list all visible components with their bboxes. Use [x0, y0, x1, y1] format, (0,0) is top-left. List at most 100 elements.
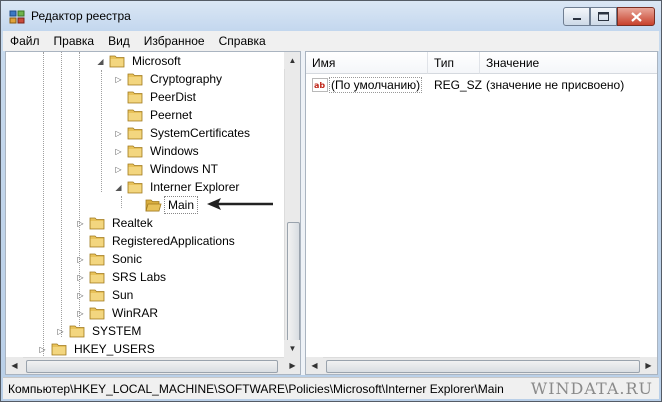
collapsed-arrow-icon[interactable]: ▷ [76, 273, 85, 282]
expander-placeholder [76, 237, 85, 246]
collapsed-arrow-icon[interactable]: ▷ [76, 291, 85, 300]
tree-item-label: Realtek [112, 216, 153, 230]
tree-item-main[interactable]: Main [132, 196, 199, 214]
maximize-button[interactable] [590, 7, 617, 26]
value-row[interactable]: ab (По умолчанию) REG_SZ (значение не пр… [306, 76, 657, 94]
expander-placeholder [132, 201, 141, 210]
tree-item-label: SYSTEM [92, 324, 142, 338]
folder-icon [51, 343, 67, 355]
string-value-icon: ab [312, 78, 328, 92]
close-button[interactable] [617, 7, 655, 26]
tree-item-label: Cryptography [150, 72, 223, 86]
open-folder-icon [145, 199, 162, 211]
close-icon [630, 11, 642, 22]
folder-icon [127, 145, 143, 157]
menu-favorites[interactable]: Избранное [137, 34, 212, 48]
tree-item-label: SRS Labs [112, 270, 167, 284]
tree-scroll-up-button[interactable]: ▲ [284, 52, 300, 69]
minimize-button[interactable] [563, 7, 590, 26]
menu-bar: Файл Правка Вид Избранное Справка [3, 31, 659, 51]
scroll-left-icon: ◀ [11, 361, 18, 370]
collapsed-arrow-icon[interactable]: ▷ [114, 165, 123, 174]
title-bar[interactable]: Редактор реестра [1, 1, 661, 31]
tree-item-hkey-users[interactable]: ▷ HKEY_USERS [38, 340, 158, 358]
expanded-arrow-icon[interactable]: ◢ [114, 183, 123, 192]
key-tree-pane[interactable]: ◢ Microsoft ▷ Cryptography PeerDist Peernet ▷ S… [5, 51, 301, 375]
expanded-arrow-icon[interactable]: ◢ [96, 57, 105, 66]
collapsed-arrow-icon[interactable]: ▷ [76, 309, 85, 318]
collapsed-arrow-icon[interactable]: ▷ [114, 75, 123, 84]
column-header-name[interactable]: Имя [306, 52, 428, 74]
tree-guide-line [101, 70, 102, 192]
folder-icon [127, 127, 143, 139]
list-scroll-right-button[interactable]: ▶ [640, 357, 657, 374]
tree-item-label: Sonic [112, 252, 143, 266]
tree-item-systemcertificates[interactable]: ▷ SystemCertificates [114, 124, 253, 142]
expander-placeholder [114, 93, 123, 102]
tree-item-label: Main [163, 196, 199, 214]
tree-scroll-down-button[interactable]: ▼ [284, 340, 300, 357]
window-title: Редактор реестра [31, 9, 131, 23]
tree-scroll-left-button[interactable]: ◀ [6, 357, 23, 374]
collapsed-arrow-icon[interactable]: ▷ [38, 345, 47, 354]
tree-item-sonic[interactable]: ▷ Sonic [76, 250, 145, 268]
collapsed-arrow-icon[interactable]: ▷ [76, 219, 85, 228]
tree-guide-line [121, 196, 122, 208]
collapsed-arrow-icon[interactable]: ▷ [56, 327, 65, 336]
menu-file[interactable]: Файл [3, 34, 47, 48]
folder-icon [69, 325, 85, 337]
list-scroll-left-button[interactable]: ◀ [306, 357, 323, 374]
tree-item-label: Microsoft [132, 54, 181, 68]
tree-item-peernet[interactable]: Peernet [114, 106, 195, 124]
tree-item-registeredapplications[interactable]: RegisteredApplications [76, 232, 238, 250]
tree-item-label: Windows NT [150, 162, 219, 176]
menu-view[interactable]: Вид [101, 34, 137, 48]
tree-item-sun[interactable]: ▷ Sun [76, 286, 136, 304]
tree-item-label: Sun [112, 288, 134, 302]
scroll-right-icon: ▶ [645, 361, 652, 370]
collapsed-arrow-icon[interactable]: ▷ [76, 255, 85, 264]
tree-item-windows[interactable]: ▷ Windows [114, 142, 202, 160]
folder-icon [109, 55, 125, 67]
values-list-pane[interactable]: Имя Тип Значение ab (По умолчанию) REG_S… [305, 51, 658, 375]
tree-item-windows-nt[interactable]: ▷ Windows NT [114, 160, 221, 178]
menu-help[interactable]: Справка [212, 34, 273, 48]
column-header-type[interactable]: Тип [428, 52, 480, 74]
folder-icon [89, 253, 105, 265]
tree-vertical-scroll-thumb[interactable] [287, 222, 300, 354]
tree-scroll-right-button[interactable]: ▶ [284, 357, 300, 374]
tree-item-label: SystemCertificates [150, 126, 251, 140]
tree-item-microsoft[interactable]: ◢ Microsoft [96, 52, 184, 70]
tree-item-winrar[interactable]: ▷ WinRAR [76, 304, 161, 322]
folder-icon [89, 307, 105, 319]
status-path: Компьютер\HKEY_LOCAL_MACHINE\SOFTWARE\Po… [8, 381, 504, 396]
collapsed-arrow-icon[interactable]: ▷ [114, 147, 123, 156]
folder-icon [89, 271, 105, 283]
value-name-label: (По умолчанию) [328, 77, 423, 93]
tree-item-label: PeerDist [150, 90, 197, 104]
tree-item-srs-labs[interactable]: ▷ SRS Labs [76, 268, 169, 286]
folder-icon [89, 235, 105, 247]
tree-item-label: HKEY_USERS [74, 342, 155, 356]
list-horizontal-scroll-thumb[interactable] [326, 360, 640, 373]
maximize-icon [598, 12, 609, 21]
folder-icon [127, 91, 143, 103]
scroll-left-icon: ◀ [311, 361, 318, 370]
svg-text:ab: ab [314, 81, 325, 90]
menu-edit[interactable]: Правка [47, 34, 102, 48]
tree-item-system[interactable]: ▷ SYSTEM [56, 322, 144, 340]
tree-item-realtek[interactable]: ▷ Realtek [76, 214, 156, 232]
tree-item-interner-explorer[interactable]: ◢ Interner Explorer [114, 178, 242, 196]
tree-item-peerdist[interactable]: PeerDist [114, 88, 199, 106]
column-header-value[interactable]: Значение [480, 52, 657, 74]
scroll-up-icon: ▲ [288, 56, 297, 65]
collapsed-arrow-icon[interactable]: ▷ [114, 129, 123, 138]
tree-guide-line [61, 52, 62, 337]
scroll-right-icon: ▶ [289, 361, 296, 370]
tree-item-label: WinRAR [112, 306, 159, 320]
scroll-down-icon: ▼ [288, 344, 297, 353]
tree-item-cryptography[interactable]: ▷ Cryptography [114, 70, 225, 88]
value-name-cell: ab (По умолчанию) [312, 76, 426, 94]
tree-horizontal-scroll-thumb[interactable] [26, 360, 278, 373]
tree-item-label: RegisteredApplications [112, 234, 235, 248]
